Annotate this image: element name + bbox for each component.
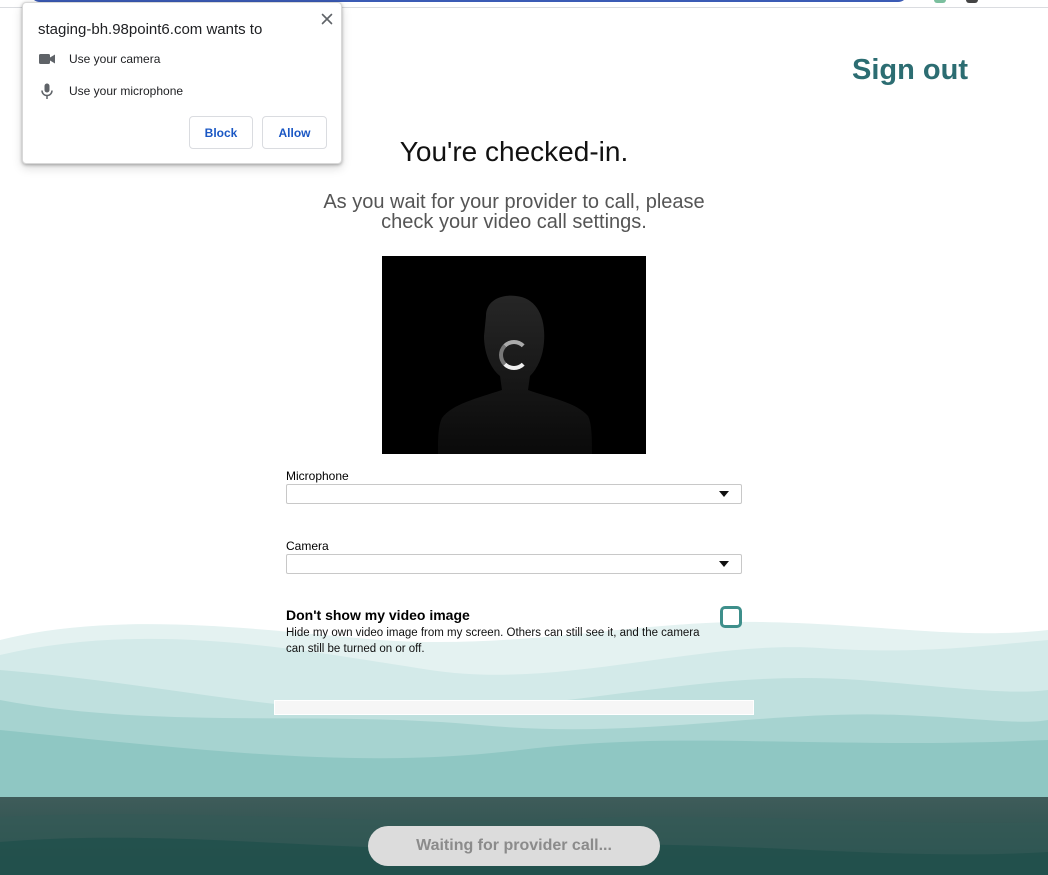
video-preview <box>382 256 646 454</box>
permission-prompt-title: staging-bh.98point6.com wants to <box>38 21 263 38</box>
permission-item-camera: Use your camera <box>38 50 318 68</box>
microphone-icon <box>41 83 53 99</box>
hide-video-description: Hide my own video image from my screen. … <box>286 627 700 655</box>
camera-icon <box>39 54 55 64</box>
allow-button[interactable]: Allow <box>262 116 327 149</box>
permission-prompt: staging-bh.98point6.com wants to Use you… <box>22 2 342 164</box>
progress-bar <box>274 700 754 715</box>
extension-icon[interactable] <box>934 0 946 3</box>
close-icon[interactable] <box>319 11 335 27</box>
hide-video-checkbox[interactable] <box>720 606 742 628</box>
block-button[interactable]: Block <box>189 116 253 149</box>
camera-select[interactable] <box>286 554 742 574</box>
loading-spinner <box>499 340 529 370</box>
permission-item-label: Use your camera <box>69 52 161 66</box>
extension-icon[interactable] <box>966 0 978 3</box>
microphone-label: Microphone <box>286 469 349 483</box>
chevron-down-icon <box>719 491 729 497</box>
sign-out-link[interactable]: Sign out <box>852 54 968 87</box>
camera-label: Camera <box>286 539 329 553</box>
hide-video-title: Don't show my video image <box>286 607 470 623</box>
chevron-down-icon <box>719 561 729 567</box>
permission-item-label: Use your microphone <box>69 84 184 98</box>
waiting-for-provider-button[interactable]: Waiting for provider call... <box>368 826 660 866</box>
permission-item-microphone: Use your microphone <box>38 82 318 100</box>
microphone-select[interactable] <box>286 484 742 504</box>
page: Sign out You're checked-in. As you wait … <box>0 0 1048 875</box>
page-subtitle: As you wait for your provider to call, p… <box>323 191 705 233</box>
